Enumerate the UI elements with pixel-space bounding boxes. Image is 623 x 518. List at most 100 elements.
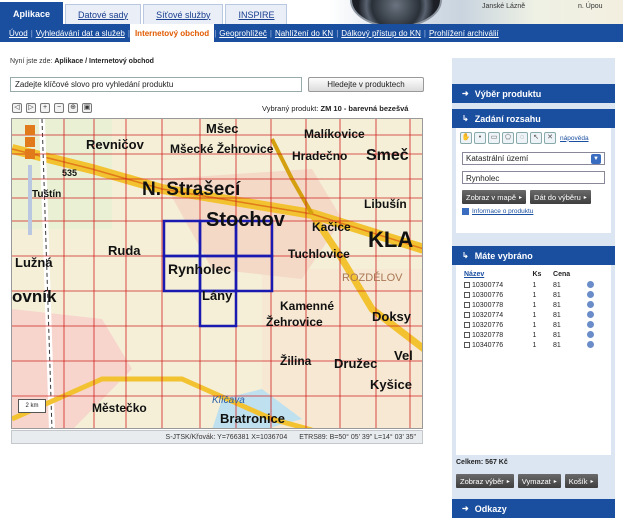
map-label: Kamenné	[280, 299, 335, 313]
zobraz-v-mape-label: Zobraz v mapě	[466, 192, 517, 202]
napoveda-link[interactable]: nápověda	[560, 135, 589, 142]
vymazat-label: Vymazat	[521, 476, 551, 486]
info-icon[interactable]	[586, 310, 594, 318]
arrow-down-icon: ↳	[462, 251, 469, 260]
map-canvas[interactable]: Mšec Malíkovice Revničov Mšecké Žehrovic…	[11, 118, 423, 429]
zoom-slider[interactable]	[28, 165, 32, 235]
column-header-info	[585, 269, 602, 280]
search-button[interactable]: Hledejte v produktech	[308, 77, 424, 92]
select-icon[interactable]: ↖	[530, 132, 542, 144]
zoom-out-icon[interactable]: −	[54, 103, 64, 113]
sheet-qty: 1	[532, 281, 537, 289]
dat-do-vyberu-button[interactable]: Dát do výběru ▸	[530, 190, 591, 204]
breadcrumb: Nyní jste zde: Aplikace / Internetový ob…	[10, 58, 154, 65]
remove-checkbox[interactable]	[464, 331, 470, 338]
column-header-cena: Cena	[553, 271, 571, 278]
remove-checkbox[interactable]	[464, 301, 470, 308]
sheet-price: 81	[553, 341, 561, 349]
point-icon[interactable]: •	[474, 132, 486, 144]
sheet-qty: 1	[532, 321, 537, 329]
selected-product-label: Vybraný produkt: ZM 10 - barevná bezešvá	[262, 104, 408, 113]
info-icon[interactable]	[586, 280, 594, 288]
map-label: Revničov	[86, 137, 144, 152]
map-label: Libušín	[364, 197, 407, 211]
column-header-nazev[interactable]: Název	[462, 269, 530, 280]
sheet-price: 81	[553, 311, 561, 319]
nav-uvod[interactable]: Úvod	[6, 29, 31, 38]
map-label: Smeč	[366, 147, 409, 164]
rectangle-icon[interactable]: ▭	[488, 132, 500, 144]
nav-internetovy-obchod[interactable]: Internetový obchod	[129, 24, 215, 42]
full-extent-icon[interactable]: ▣	[82, 103, 92, 113]
map-label: Vel	[394, 348, 413, 363]
informace-o-produktu-link[interactable]: Informace o produktu	[462, 208, 605, 215]
sheet-qty: 1	[532, 311, 537, 319]
remove-checkbox[interactable]	[464, 341, 470, 348]
zoom-box-icon[interactable]: ⊕	[68, 103, 78, 113]
header-map-label: n. Úpou	[578, 3, 603, 10]
map-label: ROZDĚLOV	[342, 272, 403, 284]
column-header-ks: Ks	[532, 271, 542, 278]
pan-down-icon[interactable]	[25, 149, 35, 159]
info-icon[interactable]	[586, 330, 594, 338]
mate-vybrano-label: Máte vybráno	[474, 250, 533, 261]
map-label: Mšecké Žehrovice	[170, 142, 274, 156]
info-icon[interactable]	[586, 340, 594, 348]
nav-nahlizeni-kn[interactable]: Nahlížení do KN	[272, 29, 336, 38]
top-tab-inspire[interactable]: INSPIRE	[225, 4, 288, 24]
zadani-rozsahu-header[interactable]: ↳ Zadání rozsahu	[452, 109, 615, 128]
odkazy-header[interactable]: ➜ Odkazy	[452, 499, 615, 518]
breadcrumb-path[interactable]: Aplikace / Internetový obchod	[54, 58, 154, 65]
sheet-price: 81	[553, 291, 561, 299]
back-icon[interactable]: ◁	[12, 103, 22, 113]
delete-icon[interactable]: ✕	[544, 132, 556, 144]
map-toolbar: ◁ ▷ + − ⊕ ▣	[12, 103, 92, 113]
zadani-rozsahu-label: Zadání rozsahu	[474, 113, 541, 124]
search-input[interactable]	[10, 77, 302, 92]
info-icon[interactable]	[586, 290, 594, 298]
kosik-button[interactable]: Košík ▸	[564, 474, 598, 488]
mate-vybrano-body: Název Ks Cena 10300774 1 81 10300776 1 8…	[456, 265, 611, 455]
info-icon[interactable]	[586, 300, 594, 308]
kosik-label: Košík	[568, 476, 588, 486]
nav-dalkovy-pristup[interactable]: Dálkový přístup do KN	[338, 29, 424, 38]
buffer-icon[interactable]: ◌	[516, 132, 528, 144]
map-label: Stochov	[206, 209, 285, 231]
territory-input[interactable]: Rynholec	[462, 171, 605, 184]
map-label: Malíkovice	[304, 127, 365, 141]
hand-icon[interactable]: ✋	[460, 132, 472, 144]
vyber-produktu-header[interactable]: ➜ Výběr produktu	[452, 84, 615, 103]
nav-prohlizeni-archivalii[interactable]: Prohlížení archiválií	[426, 29, 502, 38]
dat-do-vyberu-label: Dát do výběru	[534, 192, 581, 202]
polygon-icon[interactable]: ⬠	[502, 132, 514, 144]
sheet-qty: 1	[532, 331, 537, 339]
nav-vyhledavani[interactable]: Vyhledávání dat a služeb	[33, 29, 128, 38]
map-label: Mšec	[206, 121, 239, 136]
remove-checkbox[interactable]	[464, 311, 470, 318]
remove-checkbox[interactable]	[464, 281, 470, 288]
top-tab-sitove-sluzby[interactable]: Síťové služby	[143, 4, 224, 24]
zobraz-vyber-button[interactable]: Zobraz výběr ▸	[456, 474, 514, 488]
chevron-down-icon: ▼	[591, 153, 601, 164]
map-label: Ruda	[108, 243, 141, 258]
info-icon[interactable]	[586, 320, 594, 328]
zoom-in-icon[interactable]: +	[40, 103, 50, 113]
pan-up-icon[interactable]	[25, 125, 35, 135]
table-row: 10320776 1 81	[462, 320, 602, 330]
zobraz-v-mape-button[interactable]: Zobraz v mapě ▸	[462, 190, 527, 204]
sheet-qty: 1	[532, 301, 537, 309]
sheet-price: 81	[553, 301, 561, 309]
nav-geoprohlizec[interactable]: Geoprohlížeč	[216, 29, 270, 38]
top-header: Aplikace Datové sady Síťové služby INSPI…	[0, 0, 623, 24]
pan-left-icon[interactable]	[25, 137, 35, 147]
vymazat-button[interactable]: Vymazat ▸	[517, 474, 561, 488]
forward-icon[interactable]: ▷	[26, 103, 36, 113]
top-tab-datove-sady[interactable]: Datové sady	[65, 4, 142, 24]
mate-vybrano-header[interactable]: ↳ Máte vybráno	[452, 246, 615, 265]
remove-checkbox[interactable]	[464, 291, 470, 298]
remove-checkbox[interactable]	[464, 321, 470, 328]
top-tab-aplikace[interactable]: Aplikace	[0, 2, 64, 24]
map-label: Městečko	[92, 401, 147, 415]
territory-type-select[interactable]: Katastrální území ▼	[462, 152, 605, 165]
table-row: 10300776 1 81	[462, 290, 602, 300]
